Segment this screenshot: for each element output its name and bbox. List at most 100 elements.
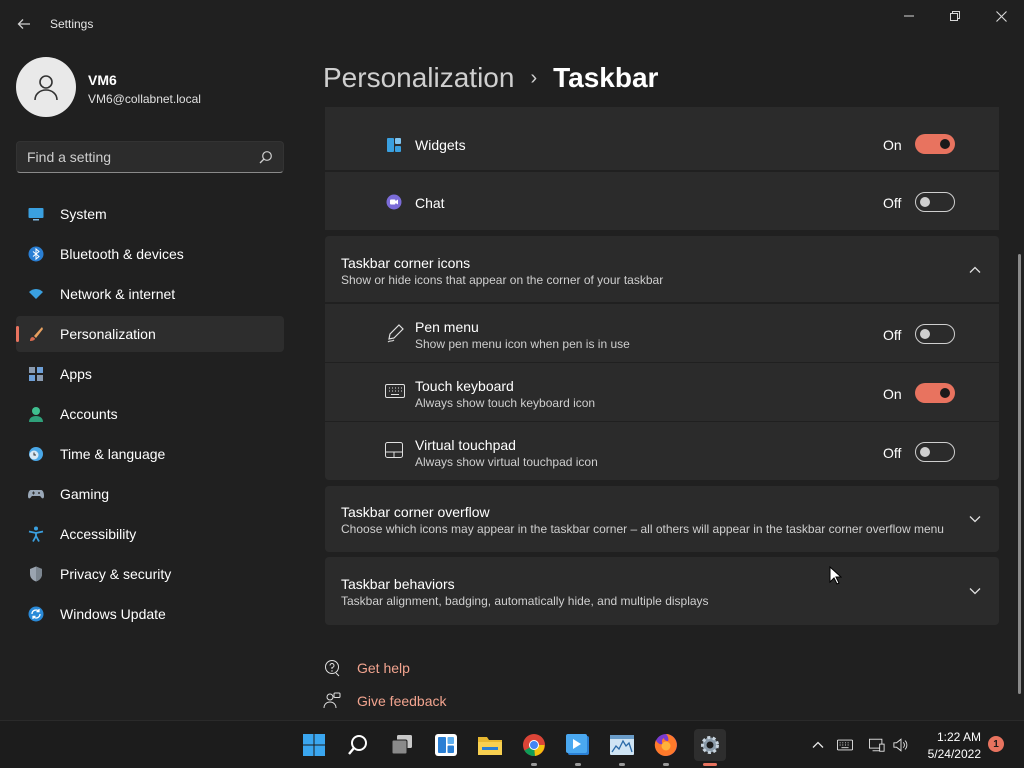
- performance-app-button[interactable]: [606, 729, 638, 766]
- user-name: VM6: [88, 72, 117, 88]
- task-view-icon: [391, 735, 412, 755]
- clock-time[interactable]: 1:22 AM: [937, 730, 981, 744]
- sidebar-item-bluetooth[interactable]: Bluetooth & devices: [16, 236, 284, 272]
- chrome-button[interactable]: [518, 729, 550, 766]
- taskbar: 1:22 AM 5/24/2022: [0, 720, 1024, 768]
- volume-tray-button[interactable]: [893, 737, 909, 753]
- give-feedback-link[interactable]: Give feedback: [357, 693, 447, 709]
- virtual-touchpad-state: Off: [883, 445, 902, 461]
- sidebar-item-accounts[interactable]: Accounts: [16, 396, 284, 432]
- toggle-knob: [940, 388, 950, 398]
- breadcrumb-parent[interactable]: Personalization: [323, 62, 514, 94]
- sidebar-item-accessibility[interactable]: Accessibility: [16, 516, 284, 552]
- content-scrollbar[interactable]: [1018, 254, 1021, 694]
- virtual-touchpad-label: Virtual touchpad: [415, 437, 516, 453]
- chevron-up-icon: [812, 741, 824, 748]
- sidebar-item-system[interactable]: System: [16, 196, 284, 232]
- person-avatar-icon: [34, 75, 58, 101]
- corner-overflow-card[interactable]: Taskbar corner overflow Choose which ico…: [325, 486, 999, 552]
- monitor-icon: [28, 208, 44, 221]
- chevron-up-icon[interactable]: [968, 263, 982, 277]
- widgets-taskbar-button[interactable]: [430, 729, 462, 761]
- sidebar-item-privacy[interactable]: Privacy & security: [16, 556, 284, 592]
- sidebar-item-gaming[interactable]: Gaming: [16, 476, 284, 512]
- active-indicator: [703, 763, 717, 766]
- corner-icons-title: Taskbar corner icons: [341, 255, 471, 271]
- chevron-down-icon[interactable]: [968, 584, 982, 598]
- close-button[interactable]: [978, 0, 1024, 32]
- virtual-touchpad-toggle[interactable]: [915, 442, 955, 462]
- widgets-icon: [387, 138, 401, 152]
- network-tray-button[interactable]: [869, 737, 885, 753]
- update-icon: [28, 606, 44, 622]
- sidebar-item-windows-update[interactable]: Windows Update: [16, 596, 284, 632]
- settings-taskbar-button[interactable]: [694, 729, 726, 766]
- apps-icon: [29, 367, 43, 381]
- brush-icon: [30, 327, 43, 341]
- running-indicator: [531, 763, 537, 766]
- touchpad-icon: [385, 442, 403, 458]
- widgets-label: Widgets: [415, 137, 466, 153]
- sidebar-item-label: Personalization: [60, 326, 156, 342]
- task-view-button[interactable]: [386, 729, 418, 761]
- corner-icons-header[interactable]: Taskbar corner icons Show or hide icons …: [325, 236, 999, 302]
- sidebar-item-personalization[interactable]: Personalization: [16, 316, 284, 352]
- start-button[interactable]: [298, 729, 330, 761]
- network-icon: [869, 738, 885, 752]
- sidebar-item-label: Network & internet: [60, 286, 176, 302]
- running-indicator: [663, 763, 669, 766]
- restore-button[interactable]: [932, 0, 978, 32]
- clock-globe-icon: [29, 447, 43, 461]
- pen-icon: [387, 324, 404, 343]
- media-app-button[interactable]: [562, 729, 594, 766]
- virtual-touchpad-row: Virtual touchpad Always show virtual tou…: [325, 422, 999, 480]
- pen-menu-toggle[interactable]: [915, 324, 955, 344]
- search-icon[interactable]: [259, 150, 273, 164]
- toggle-knob: [920, 329, 930, 339]
- mouse-cursor-icon: [829, 566, 842, 585]
- taskbar-search-button[interactable]: [342, 729, 374, 761]
- widgets-toggle[interactable]: [915, 134, 955, 154]
- avatar[interactable]: [16, 57, 76, 117]
- notification-badge[interactable]: 1: [988, 736, 1004, 752]
- clock-date[interactable]: 5/24/2022: [928, 747, 981, 761]
- touch-keyboard-toggle[interactable]: [915, 383, 955, 403]
- sidebar-item-label: System: [60, 206, 107, 222]
- chat-state: Off: [883, 195, 902, 211]
- behaviors-card[interactable]: Taskbar behaviors Taskbar alignment, bad…: [325, 557, 999, 625]
- sidebar-item-label: Gaming: [60, 486, 110, 502]
- minimize-icon: [904, 15, 914, 17]
- virtual-touchpad-desc: Always show virtual touchpad icon: [415, 455, 598, 469]
- sidebar-item-network[interactable]: Network & internet: [16, 276, 284, 312]
- touch-keyboard-row: Touch keyboard Always show touch keyboar…: [325, 363, 999, 421]
- sidebar-item-label: Privacy & security: [60, 566, 172, 582]
- touch-keyboard-label: Touch keyboard: [415, 378, 514, 394]
- minimize-button[interactable]: [886, 0, 932, 32]
- keyboard-icon: [837, 739, 853, 751]
- folder-icon: [478, 737, 502, 755]
- chrome-icon: [523, 734, 545, 757]
- sidebar-item-time-language[interactable]: Time & language: [16, 436, 284, 472]
- back-button[interactable]: [12, 12, 36, 36]
- chat-toggle[interactable]: [915, 192, 955, 212]
- sidebar-item-apps[interactable]: Apps: [16, 356, 284, 392]
- pen-menu-state: Off: [883, 327, 902, 343]
- search-box: [16, 141, 284, 173]
- app-title: Settings: [50, 17, 94, 31]
- pen-menu-desc: Show pen menu icon when pen is in use: [415, 337, 630, 351]
- touch-keyboard-state: On: [883, 386, 902, 402]
- widgets-row: Widgets On: [325, 106, 999, 170]
- chart-window-icon: [610, 735, 634, 755]
- firefox-button[interactable]: [650, 729, 682, 766]
- chevron-down-icon[interactable]: [968, 512, 982, 526]
- file-explorer-button[interactable]: [474, 729, 506, 761]
- speaker-icon: [893, 738, 908, 752]
- get-help-link[interactable]: Get help: [357, 660, 410, 676]
- bluetooth-icon: [28, 246, 44, 262]
- show-hidden-icons-button[interactable]: [810, 737, 826, 753]
- search-input[interactable]: [17, 142, 257, 172]
- corner-icons-subtitle: Show or hide icons that appear on the co…: [341, 273, 664, 287]
- person-icon: [29, 407, 43, 422]
- touch-keyboard-tray-button[interactable]: [837, 737, 853, 753]
- breadcrumb-separator: ›: [530, 66, 538, 89]
